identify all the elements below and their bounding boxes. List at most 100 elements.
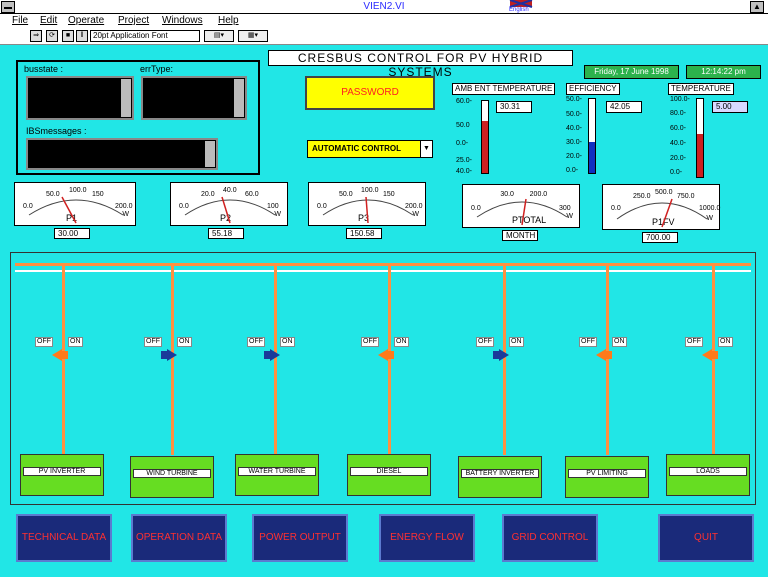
meter-value-p1: 30.00 [54, 228, 90, 239]
pause-icon[interactable]: ‖ [76, 30, 88, 42]
language-flag-icon[interactable]: English [506, 0, 536, 14]
busstate-scrollbar[interactable] [121, 79, 131, 117]
system-menu-icon[interactable] [1, 1, 15, 13]
run-arrow-icon[interactable]: ⇒ [30, 30, 42, 42]
menu-help[interactable]: Help [218, 15, 239, 26]
switch-on-label: ON [509, 337, 524, 347]
busstate-display [26, 76, 134, 120]
control-mode-value: AUTOMATIC CONTROL [312, 144, 402, 153]
tick-label: 30.0- [566, 139, 582, 146]
switch-on-label: ON [394, 337, 409, 347]
temperature-thermometer [696, 98, 704, 178]
switch-off-label: OFF [579, 337, 597, 347]
meter-needle [476, 198, 568, 226]
quit-button[interactable]: QUIT [658, 514, 754, 562]
meter-needle [322, 196, 414, 224]
source-label: BATTERY INVERTER [461, 469, 539, 478]
tick-label: 60.0- [670, 125, 686, 132]
page-title: CRESBUS CONTROL FOR PV HYBRID SYSTEMS [268, 50, 573, 79]
align-dropdown[interactable]: ▤▾ [204, 30, 234, 42]
errtype-label: errType: [140, 64, 174, 74]
time-display: 12:14:22 pm [686, 65, 761, 79]
tick-label: 40.0- [456, 168, 472, 175]
energy-flow-button[interactable]: ENERGY FLOW [379, 514, 475, 562]
toggle-switch-icon[interactable] [700, 348, 720, 362]
font-selector[interactable]: 20pt Application Font [90, 30, 200, 42]
toggle-switch-icon[interactable] [50, 348, 70, 362]
menu-file[interactable]: File [12, 15, 28, 26]
ambient-temperature-thermometer [481, 100, 489, 174]
meter-value-p3: 150.58 [346, 228, 382, 239]
efficiency-value: 42.05 [606, 101, 642, 113]
source-box[interactable]: WIND TURBINE [130, 456, 214, 498]
temperature-fill [697, 134, 703, 177]
menu-project[interactable]: Project [118, 15, 149, 26]
window-arrow-icon[interactable]: ▲ [750, 1, 764, 13]
source-box[interactable]: DIESEL [347, 454, 431, 496]
bus-status-panel: busstate : errType: IBSmessages : [16, 60, 260, 175]
grid-control-button[interactable]: GRID CONTROL [502, 514, 598, 562]
language-label: English [509, 7, 529, 13]
source-label: WATER TURBINE [238, 467, 316, 476]
meter-value-p2: 55.18 [208, 228, 244, 239]
menu-edit[interactable]: Edit [40, 15, 57, 26]
switch-on-label: ON [177, 337, 192, 347]
source-label: WIND TURBINE [133, 469, 211, 478]
power-meter-p1fv: 0.0250.0500.0750.01000.0P1FVW [602, 184, 720, 230]
source-box[interactable]: PV INVERTER [20, 454, 104, 496]
source-label: LOADS [669, 467, 747, 476]
tick-label: 50.0- [566, 96, 582, 103]
power-meter-p2: 0.0 20.0 40.0 60.0 100 P2 W [170, 182, 288, 226]
ibsmessages-scrollbar[interactable] [205, 141, 215, 167]
meter-value-p1fv: 700.00 [642, 232, 678, 243]
tick-label: 20.0- [566, 153, 582, 160]
source-box[interactable]: BATTERY INVERTER [458, 456, 542, 498]
power-meter-ptotal: 0.0 30.0 200.0 300 PTOTAL W [462, 184, 580, 228]
menu-operate[interactable]: Operate [68, 15, 104, 26]
control-mode-select[interactable]: AUTOMATIC CONTROL ▼ [307, 140, 433, 158]
toggle-switch-icon[interactable] [376, 348, 396, 362]
toggle-switch-icon[interactable] [594, 348, 614, 362]
chevron-down-icon[interactable]: ▼ [420, 141, 432, 157]
power-output-button[interactable]: POWER OUTPUT [252, 514, 348, 562]
window-title: VIEN2.VI [363, 1, 405, 12]
ambient-temperature-label: AMB ENT TEMPERATURE [452, 83, 556, 95]
switch-off-label: OFF [685, 337, 703, 347]
source-box[interactable]: WATER TURBINE [235, 454, 319, 496]
tick-label: 100.0- [670, 96, 690, 103]
meter-needle [184, 196, 276, 224]
busstate-label: busstate : [24, 64, 64, 74]
toggle-switch-icon[interactable] [262, 348, 282, 362]
password-button[interactable]: PASSWORD [305, 76, 435, 110]
menu-windows[interactable]: Windows [162, 15, 203, 26]
power-meter-p3: 0.0 50.0 100.0 150 200.0 P3 W [308, 182, 426, 226]
tick-label: 60.0- [456, 98, 472, 105]
technical-data-button[interactable]: TECHNICAL DATA [16, 514, 112, 562]
switch-on-label: ON [612, 337, 627, 347]
toolbar: ⇒ ⟳ ■ ‖ 20pt Application Font ▤▾ ▦▾ [0, 28, 768, 45]
source-box[interactable]: LOADS [666, 454, 750, 496]
tick-label: 0.0- [566, 167, 579, 174]
menu-bar: File Edit Operate Project Windows Help [0, 14, 768, 28]
switch-on-label: ON [68, 337, 83, 347]
meter-value-ptotal: MONTH [502, 230, 538, 241]
stop-icon[interactable]: ■ [62, 30, 74, 42]
switch-off-label: OFF [361, 337, 379, 347]
errtype-scrollbar[interactable] [234, 79, 244, 117]
source-box[interactable]: PV LIMITING [565, 456, 649, 498]
distribute-dropdown[interactable]: ▦▾ [238, 30, 268, 42]
tick-label: 40.0- [670, 140, 686, 147]
ibsmessages-label: IBSmessages : [26, 126, 87, 136]
ambient-temperature-value: 30.31 [496, 101, 532, 113]
bus-highlight [15, 270, 751, 272]
tick-label: 0.0- [670, 169, 683, 176]
toggle-switch-icon[interactable] [491, 348, 511, 362]
source-label: PV INVERTER [23, 467, 101, 476]
toggle-switch-icon[interactable] [159, 348, 179, 362]
ambient-temperature-fill [482, 121, 488, 173]
operation-data-button[interactable]: OPERATION DATA [131, 514, 227, 562]
switch-off-label: OFF [35, 337, 53, 347]
run-continuous-icon[interactable]: ⟳ [46, 30, 58, 42]
meter-needle [28, 196, 124, 224]
switch-on-label: ON [280, 337, 295, 347]
